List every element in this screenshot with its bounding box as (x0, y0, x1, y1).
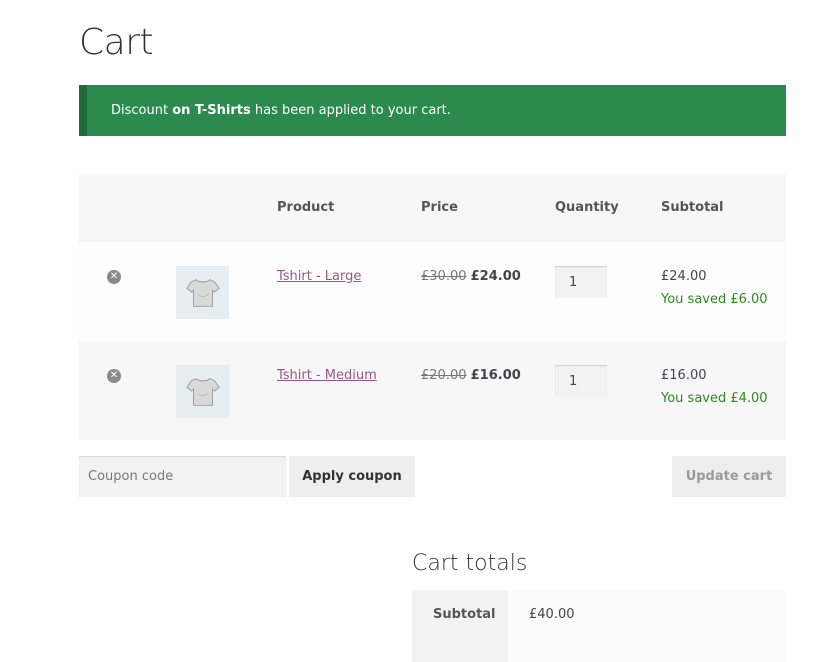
totals-next-label (412, 640, 508, 662)
product-price: £30.00 £24.00 (421, 269, 521, 284)
original-price: £20.00 (421, 368, 467, 383)
row-subtotal: £16.00 (661, 368, 707, 383)
totals-subtotal-row: Subtotal £40.00 (412, 590, 785, 640)
header-price: Price (421, 200, 458, 215)
header-quantity: Quantity (555, 200, 619, 215)
apply-coupon-button[interactable]: Apply coupon (289, 456, 415, 497)
header-subtotal: Subtotal (661, 200, 724, 215)
notice-text-bold: on T-Shirts (172, 103, 251, 118)
header-product: Product (277, 200, 335, 215)
notice-text-after: has been applied to your cart. (250, 103, 451, 118)
table-row: ✕ Tshirt - Medium £20.00 £16.00 £16.00 Y… (79, 341, 786, 440)
quantity-input[interactable] (555, 266, 607, 298)
product-link[interactable]: Tshirt - Large (277, 269, 361, 284)
discount-notice: Discount on T-Shirts has been applied to… (79, 85, 786, 136)
row-subtotal: £24.00 (661, 269, 707, 284)
totals-subtotal-label: Subtotal (412, 590, 508, 640)
product-thumbnail[interactable] (176, 266, 229, 319)
tshirt-icon (185, 278, 220, 307)
sale-price: £24.00 (470, 269, 521, 284)
cart-table: Product Price Quantity Subtotal ✕ Tshirt… (79, 174, 786, 440)
table-header: Product Price Quantity Subtotal (79, 174, 786, 242)
close-circle-icon[interactable]: ✕ (107, 369, 121, 383)
totals-next-value (508, 640, 785, 662)
totals-subtotal-value: £40.00 (508, 590, 785, 640)
original-price: £30.00 (421, 269, 467, 284)
table-row: ✕ Tshirt - Large £30.00 £24.00 £24.00 Yo… (79, 242, 786, 341)
close-circle-icon[interactable]: ✕ (107, 270, 121, 284)
product-link[interactable]: Tshirt - Medium (277, 368, 377, 383)
cart-totals-title: Cart totals (412, 551, 528, 576)
product-thumbnail[interactable] (176, 365, 229, 418)
savings-text: You saved £4.00 (661, 391, 768, 406)
page-title: Cart (79, 22, 154, 63)
coupon-code-input[interactable] (79, 456, 286, 497)
update-cart-button[interactable]: Update cart (672, 456, 786, 497)
quantity-input[interactable] (555, 365, 607, 397)
totals-next-row (412, 640, 785, 662)
tshirt-icon (185, 377, 220, 406)
savings-text: You saved £6.00 (661, 292, 768, 307)
product-price: £20.00 £16.00 (421, 368, 521, 383)
notice-text-before: Discount (111, 103, 173, 118)
sale-price: £16.00 (470, 368, 521, 383)
